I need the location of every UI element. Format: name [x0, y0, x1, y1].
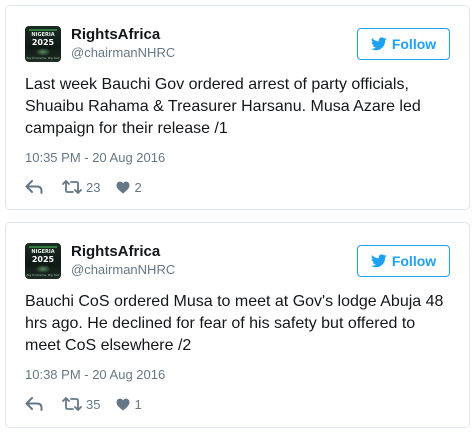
avatar-text-line2: 2025: [31, 255, 55, 264]
follow-button[interactable]: Follow: [357, 245, 450, 277]
avatar-glow: [35, 48, 51, 56]
tweet-timestamp[interactable]: 10:35 PM - 20 Aug 2016: [25, 150, 165, 166]
reply-button[interactable]: [25, 397, 45, 411]
follow-label: Follow: [391, 36, 437, 52]
twitter-bird-icon: [370, 254, 387, 268]
tweet-actions: 23 2: [25, 179, 142, 195]
author-handle[interactable]: @chairmanNHRC: [71, 45, 175, 61]
follow-label: Follow: [391, 253, 437, 269]
avatar[interactable]: NIGERIA 2025 Big Problems, Big Talk: [25, 26, 61, 62]
like-count: 2: [134, 179, 142, 195]
retweet-count: 23: [86, 179, 101, 195]
heart-icon: [116, 181, 130, 193]
retweet-icon: [62, 180, 82, 194]
avatar-text-line2: 2025: [31, 38, 55, 47]
twitter-bird-icon: [370, 37, 387, 51]
reply-icon: [25, 180, 43, 194]
follow-button[interactable]: Follow: [357, 28, 450, 60]
like-count: 1: [134, 396, 142, 412]
author-name[interactable]: RightsAfrica: [71, 243, 160, 261]
reply-icon: [25, 397, 43, 411]
like-button[interactable]: 1: [116, 396, 142, 412]
retweet-button[interactable]: 35: [62, 397, 100, 412]
tweet-text: Bauchi CoS ordered Musa to meet at Gov's…: [25, 293, 444, 354]
tweet-card: NIGERIA 2025 Big Problems, Big Talk Righ…: [5, 222, 470, 428]
avatar-flag-bar: [29, 29, 57, 31]
avatar-flag-bar: [29, 246, 57, 248]
author-handle[interactable]: @chairmanNHRC: [71, 262, 175, 278]
author-name[interactable]: RightsAfrica: [71, 26, 160, 44]
like-button[interactable]: 2: [116, 179, 142, 195]
avatar-text-line3: Big Problems, Big Talk: [26, 56, 60, 60]
retweet-icon: [62, 397, 82, 411]
avatar-glow: [35, 265, 51, 273]
retweet-button[interactable]: 23: [62, 180, 100, 195]
reply-button[interactable]: [25, 180, 45, 194]
tweet-card: NIGERIA 2025 Big Problems, Big Talk Righ…: [5, 5, 470, 210]
tweet-actions: 35 1: [25, 396, 142, 412]
heart-icon: [116, 398, 130, 410]
avatar-text-line3: Big Problems, Big Talk: [26, 273, 60, 277]
avatar[interactable]: NIGERIA 2025 Big Problems, Big Talk: [25, 243, 61, 279]
tweet-timestamp[interactable]: 10:38 PM - 20 Aug 2016: [25, 367, 165, 383]
retweet-count: 35: [86, 396, 101, 412]
tweet-text: Last week Bauchi Gov ordered arrest of p…: [25, 76, 421, 137]
